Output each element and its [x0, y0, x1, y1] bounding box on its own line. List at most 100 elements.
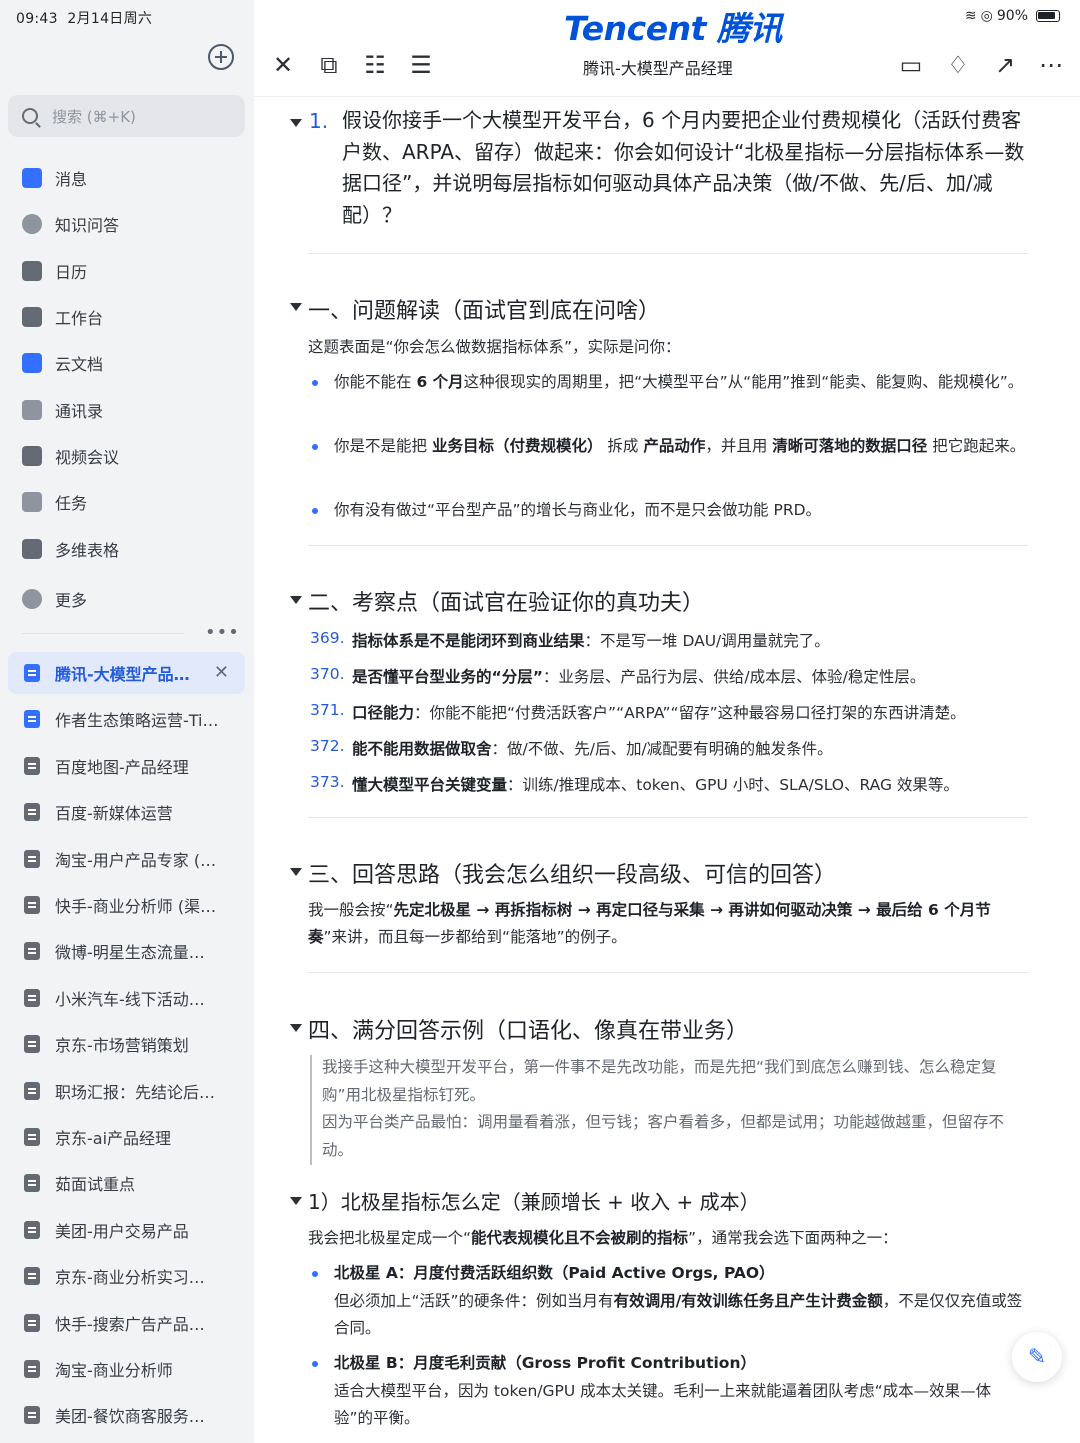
sidebar-divider [22, 633, 184, 634]
list-item-text: 懂大模型平台关键变量：训练/推理成本、token、GPU 小时、SLA/SLO、… [352, 776, 959, 794]
nav-item[interactable]: 任务 [22, 487, 87, 517]
nav-item[interactable]: 更多 [22, 584, 87, 614]
doc-list-label: 京东-ai产品经理 [55, 1129, 172, 1148]
doc-list-item[interactable]: 腾讯-大模型产品经理 ✕ [8, 652, 245, 694]
bullet [312, 508, 318, 514]
nav-item[interactable]: 视频会议 [22, 441, 119, 471]
doc-list-item[interactable]: 淘宝-商业分析师 [8, 1348, 245, 1390]
doc-list-item[interactable]: 小米汽车-线下活动… [8, 977, 245, 1019]
list-item-text: 口径能力：你能不能把“付费活跃客户”“ARPA”“留存”这种最容易口径打架的东西… [352, 704, 966, 722]
nav-item[interactable]: 消息 [22, 163, 87, 193]
wifi-icon: ≋ [964, 8, 977, 24]
document-icon [24, 1174, 40, 1193]
doc-list-item[interactable]: 微博-明星生态流量… [8, 930, 245, 972]
battery-icon [1036, 10, 1060, 22]
document-icon [24, 942, 40, 961]
doc-list-item[interactable]: 快手-搜索广告产品… [8, 1302, 245, 1344]
nav-item[interactable]: 多维表格 [22, 534, 119, 564]
nav-label: 消息 [55, 170, 88, 189]
more-options-icon[interactable]: ••• [205, 622, 240, 643]
bullet [312, 444, 318, 450]
bell-icon[interactable]: ♢ [945, 52, 971, 78]
heading-section-4: 四、满分回答示例（口语化、像真在带业务） [308, 1019, 749, 1044]
doc-list-item[interactable]: 京东-市场营销策划 [8, 1023, 245, 1065]
nav-item[interactable]: 工作台 [22, 302, 103, 332]
doc-list-label: 快手-商业分析师 (渠… [55, 897, 217, 916]
sidebar: 09:43 2月14日周六 搜索 (⌘+K) 消息 知识问答 日历 工作台 云文档 通讯录… [0, 0, 254, 1443]
section-1-intro: 这题表面是“你会怎么做数据指标体系”，实际是问你： [308, 338, 681, 356]
doc-list-label: 小米汽车-线下活动… [55, 989, 205, 1009]
doc-list-item[interactable]: 茹面试重点 [8, 1162, 245, 1204]
close-tab-icon[interactable]: ✕ [214, 662, 229, 683]
collapse-toggle-icon[interactable] [290, 596, 302, 604]
edit-button[interactable]: ✎ [1012, 1332, 1062, 1382]
doc-list-item[interactable]: 职场汇报：先结论后… [8, 1070, 245, 1112]
section-1-item: 你能不能在 6 个月这种很现实的周期里，把“大模型平台”从“能用”推到“能卖、能… [334, 373, 1024, 391]
doc-list-label: 腾讯-大模型产品经理 [55, 665, 203, 684]
nav-icon [22, 353, 42, 373]
search-box[interactable]: 搜索 (⌘+K) [8, 95, 245, 137]
doc-list-item[interactable]: 淘宝-用户产品专家 (… [8, 838, 245, 880]
doc-list-item[interactable]: 作者生态策略运营-Ti… [8, 698, 245, 740]
nav-icon [22, 446, 42, 466]
document-icon [24, 1406, 40, 1425]
subsection-intro: 我会把北极星定成一个“能代表规模化且不会被刷的指标”，通常我会选下面两种之一： [308, 1229, 898, 1247]
nav-label: 更多 [55, 591, 88, 610]
doc-list-label: 茹面试重点 [55, 1175, 136, 1195]
share-icon[interactable]: ↗ [992, 52, 1018, 78]
collapse-toggle-icon[interactable] [290, 1024, 302, 1032]
nav-icon [22, 539, 42, 559]
window-icon[interactable]: ⧉ [316, 52, 342, 78]
doc-list-item[interactable]: 百度地图-产品经理 [8, 745, 245, 787]
search-icon [22, 108, 38, 124]
doc-list-label: 微博-明星生态流量… [55, 943, 205, 963]
collapse-toggle-icon[interactable] [290, 868, 302, 876]
heading-section-1: 一、问题解读（面试官到底在问啥） [308, 299, 661, 324]
list-number: 371. [310, 701, 345, 719]
list-number: 369. [310, 629, 345, 647]
outline-icon[interactable]: ☷ [362, 52, 388, 78]
section-1-item: 你是不是能把 业务目标（付费规模化） 拆成 产品动作，并且用 清晰可落地的数据口… [334, 437, 1026, 455]
doc-list-item[interactable]: 京东-商业分析实习… [8, 1255, 245, 1297]
document-icon [24, 1220, 40, 1239]
nav-item[interactable]: 云文档 [22, 348, 103, 378]
toc-icon[interactable]: ☰ [408, 52, 434, 78]
nav-label: 云文档 [55, 355, 104, 374]
nav-icon [22, 168, 42, 188]
nav-item[interactable]: 通讯录 [22, 395, 103, 425]
close-icon[interactable]: ✕ [270, 52, 296, 78]
bullet [312, 1271, 318, 1277]
comment-icon[interactable]: ▭ [898, 52, 924, 78]
collapse-toggle-icon[interactable] [290, 1197, 302, 1205]
nav-icon [22, 214, 42, 234]
list-number: 372. [310, 737, 345, 755]
nav-icon [22, 261, 42, 281]
nav-icon [22, 589, 42, 609]
nav-item[interactable]: 知识问答 [22, 209, 119, 239]
doc-list-item[interactable]: 快手-商业分析师 (渠… [8, 884, 245, 926]
collapse-toggle-icon[interactable] [290, 303, 302, 311]
list-number: 373. [310, 773, 345, 791]
document-body: 1. 假设你接手一个大模型开发平台，6 个月内要把企业付费规模化（活跃付费客户数… [254, 97, 1080, 1443]
nav-item[interactable]: 日历 [22, 256, 87, 286]
document-icon [24, 756, 40, 775]
list-item-text: 指标体系是不是能闭环到商业结果：不是写一堆 DAU/调用量就完了。 [352, 632, 830, 650]
more-icon[interactable]: ⋯ [1038, 52, 1064, 78]
doc-list-label: 美团-用户交易产品 [55, 1221, 189, 1241]
doc-list-item[interactable]: 美团-餐饮商客服务… [8, 1394, 245, 1436]
doc-list-item[interactable]: 美团-用户交易产品 [8, 1209, 245, 1251]
doc-list-item[interactable]: 京东-ai产品经理 [8, 1116, 245, 1158]
heading-section-3: 三、回答思路（我会怎么组织一段高级、可信的回答） [308, 863, 837, 888]
section-divider [308, 972, 1028, 973]
battery-label: 90% [996, 8, 1028, 24]
collapse-toggle-icon[interactable] [290, 119, 302, 127]
list-item-text: 是否懂平台型业务的“分层”：业务层、产品行为层、供给/成本层、体验/稳定性层。 [352, 668, 926, 686]
pencil-icon: ✎ [1027, 1344, 1047, 1370]
doc-list-label: 京东-市场营销策划 [55, 1036, 189, 1056]
doc-list-label: 京东-商业分析实习… [55, 1268, 205, 1288]
new-button[interactable] [208, 44, 234, 70]
document-icon [24, 1035, 40, 1054]
bullet [312, 380, 318, 386]
nav-label: 视频会议 [55, 448, 120, 467]
doc-list-item[interactable]: 百度-新媒体运营 [8, 791, 245, 833]
